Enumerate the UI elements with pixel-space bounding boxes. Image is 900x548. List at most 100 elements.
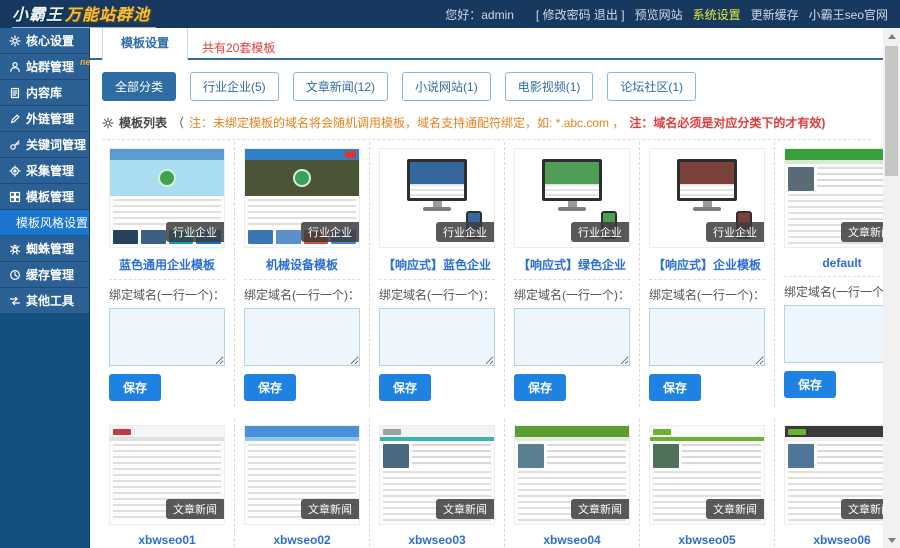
monitor-mockup (677, 159, 737, 201)
template-thumbnail[interactable]: 行业企业 (649, 148, 765, 248)
template-title-link[interactable]: default (784, 256, 883, 270)
thumb-hero-block (245, 160, 359, 196)
divider (379, 279, 495, 280)
thumb-image-block (653, 444, 679, 468)
save-button[interactable]: 保存 (514, 374, 567, 401)
template-thumbnail[interactable]: 文章新闻 (379, 425, 495, 525)
thumb-logo-block (788, 428, 806, 435)
sidebar-item-label: 蜘蛛管理 (26, 242, 75, 256)
thumb-hero-block (110, 160, 224, 196)
template-title-link[interactable]: xbwseo03 (379, 533, 495, 547)
category-filter-button[interactable]: 行业企业(5) (190, 72, 279, 101)
sidebar-item[interactable]: 外链管理 (0, 106, 89, 132)
divider (784, 276, 883, 277)
save-button[interactable]: 保存 (244, 374, 297, 401)
category-badge: 行业企业 (301, 222, 359, 242)
template-title-link[interactable]: 机械设备模板 (244, 256, 360, 273)
thumb-nav-bar (110, 149, 224, 160)
bind-domain-textarea[interactable] (109, 308, 225, 366)
template-thumbnail[interactable]: 文章新闻 (649, 425, 765, 525)
save-button[interactable]: 保存 (379, 374, 432, 401)
template-thumbnail[interactable]: 行业企业 (379, 148, 495, 248)
save-button[interactable]: 保存 (109, 374, 162, 401)
template-title-link[interactable]: 【响应式】企业模板 (649, 256, 765, 273)
bind-domain-textarea[interactable] (514, 308, 630, 366)
category-badge: 行业企业 (436, 222, 494, 242)
thumb-image-block (383, 444, 409, 468)
category-filter-button[interactable]: 全部分类 (102, 72, 177, 101)
category-filter-button[interactable]: 文章新闻(12) (292, 72, 389, 101)
sidebar-item[interactable]: 关键词管理 (0, 132, 89, 158)
save-button[interactable]: 保存 (784, 371, 837, 398)
topnav-link[interactable]: 预览网站 (635, 8, 683, 22)
sidebar-item-active[interactable]: 模板风格设置 (0, 210, 89, 236)
template-thumbnail[interactable]: 行业企业 (514, 148, 630, 248)
category-badge: 行业企业 (166, 222, 224, 242)
sidebar-item[interactable]: 模板管理 (0, 184, 89, 210)
template-title-link[interactable]: xbwseo04 (514, 533, 630, 547)
cache-clock-icon (9, 269, 21, 281)
template-title-link[interactable]: xbwseo02 (244, 533, 360, 547)
template-grid: 行业企业 蓝色通用企业模板 绑定域名(一行一个)： 保存 行业企业 机械设备模板… (90, 140, 883, 548)
divider (244, 279, 360, 280)
sidebar-item[interactable]: 内容库 (0, 80, 89, 106)
category-filter-button[interactable]: 小说网站(1) (402, 72, 491, 101)
topnav-link[interactable]: 小霸王seo官网 (809, 8, 888, 22)
save-button[interactable]: 保存 (649, 374, 702, 401)
bind-domain-textarea[interactable] (379, 308, 495, 366)
scroll-up-icon[interactable] (883, 28, 900, 44)
template-thumbnail[interactable]: 文章新闻 (784, 148, 883, 248)
template-thumbnail[interactable]: 文章新闻 (244, 425, 360, 525)
template-card: 文章新闻 xbwseo04 绑定域名(一行一个)： 保存 (505, 419, 640, 548)
template-thumbnail[interactable]: 文章新闻 (784, 425, 883, 525)
sidebar-item-label: 关键词管理 (26, 138, 87, 152)
sidebar-item[interactable]: 蜘蛛管理 (0, 236, 89, 262)
category-filter-button[interactable]: 电影视频(1) (504, 72, 594, 101)
divider (109, 279, 225, 280)
monitor-screen (410, 162, 464, 184)
monitor-mockup (542, 159, 602, 201)
category-filter-button[interactable]: 论坛社区(1) (607, 72, 697, 101)
template-thumbnail[interactable]: 文章新闻 (109, 425, 225, 525)
template-list-header: 模板列表 （ 注：未绑定模板的域名将会随机调用模板，域名支持通配符绑定，如: *… (90, 109, 883, 133)
thumb-media-row (515, 441, 629, 468)
template-title-link[interactable]: xbwseo05 (649, 533, 765, 547)
topnav-link[interactable]: 更新缓存 (751, 8, 799, 22)
topnav-link[interactable]: 系统设置 (693, 8, 741, 22)
sidebar-item[interactable]: 采集管理 (0, 158, 89, 184)
key-icon (9, 139, 21, 151)
monitor-content-lines (410, 183, 464, 198)
thumb-media-row (785, 164, 883, 191)
bind-domain-textarea[interactable] (649, 308, 765, 366)
sidebar-item[interactable]: 站群管理 new (0, 54, 98, 80)
template-title-link[interactable]: xbwseo06 (784, 533, 883, 547)
vertical-scrollbar[interactable] (883, 28, 900, 548)
scrollbar-thumb[interactable] (885, 46, 898, 176)
template-title-link[interactable]: 蓝色通用企业模板 (109, 256, 225, 273)
template-thumbnail[interactable]: 行业企业 (244, 148, 360, 248)
sidebar-item[interactable]: 核心设置 (0, 28, 89, 54)
template-grid-icon (9, 191, 21, 203)
sidebar-item[interactable]: 其他工具 (0, 288, 89, 314)
template-card: 文章新闻 xbwseo03 绑定域名(一行一个)： 保存 (370, 419, 505, 548)
tab-template-settings[interactable]: 模板设置 (102, 28, 189, 60)
sidebar-item[interactable]: 缓存管理 (0, 262, 89, 288)
template-thumbnail[interactable]: 文章新闻 (514, 425, 630, 525)
thumb-hero-circle (158, 169, 176, 187)
bind-domain-textarea[interactable] (244, 308, 360, 366)
template-title-link[interactable]: xbwseo01 (109, 533, 225, 547)
thumb-accent-bar (245, 437, 359, 441)
template-title-link[interactable]: 【响应式】绿色企业 (514, 256, 630, 273)
thumb-nav-accent (345, 151, 356, 158)
sidebar-item-label: 其他工具 (26, 294, 75, 308)
bind-domain-textarea[interactable] (784, 305, 883, 363)
monitor-base (423, 207, 451, 211)
gear-icon (9, 34, 21, 47)
template-title-link[interactable]: 【响应式】蓝色企业 (379, 256, 495, 273)
category-badge: 行业企业 (571, 222, 629, 242)
template-thumbnail[interactable]: 行业企业 (109, 148, 225, 248)
thumb-logo-block (113, 428, 131, 435)
topnav-link[interactable]: [ 修改密码 退出 ] (536, 8, 625, 22)
scroll-down-icon[interactable] (883, 532, 900, 548)
sidebar-item-label: 内容库 (26, 86, 63, 100)
